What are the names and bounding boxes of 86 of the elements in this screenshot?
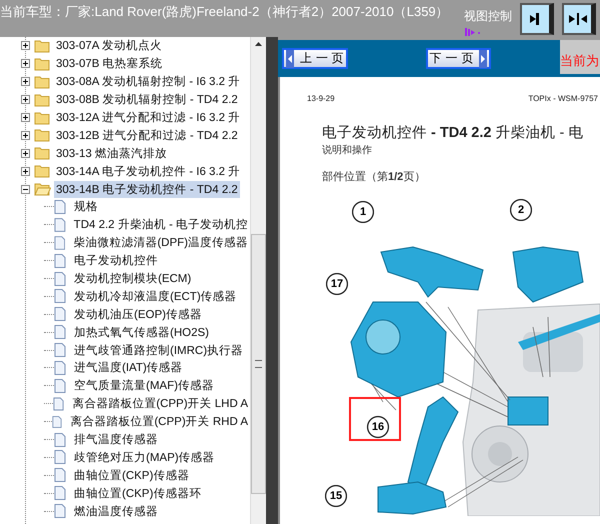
tree-item[interactable]: 发动机冷却液温度(ECT)传感器 (72, 288, 239, 305)
tree-item[interactable]: 空气质量流量(MAF)传感器 (72, 377, 216, 394)
document-icon (54, 486, 66, 500)
tree-item[interactable]: 发动机油压(EOP)传感器 (72, 306, 204, 323)
document-icon (54, 307, 66, 322)
tree-item[interactable]: 离合器踏板位置(CPP)开关 RHD A (68, 413, 250, 430)
document-date: 13-9-29 (307, 94, 335, 103)
expand-icon[interactable] (21, 95, 30, 104)
document-icon (54, 343, 66, 358)
section-heading: 部件位置（第1/2页） (322, 170, 426, 184)
expand-icon[interactable] (21, 59, 30, 68)
folder-icon (34, 38, 51, 53)
document-icon (54, 432, 66, 447)
folder-icon (34, 164, 51, 178)
document-icon (52, 414, 62, 429)
callout-number: 15 (325, 485, 347, 507)
document-icon (54, 504, 66, 518)
tree-item[interactable]: 燃油温度传感器 (72, 502, 160, 520)
document-icon (54, 254, 66, 268)
folder-icon (34, 74, 51, 89)
folder-icon (34, 146, 51, 160)
expand-icon[interactable] (21, 77, 30, 86)
expand-icon[interactable] (21, 148, 30, 158)
scroll-thumb[interactable] (251, 234, 266, 494)
tree-item[interactable]: 进气歧管通路控制(IMRC)执行器 (72, 342, 246, 359)
folder-icon (34, 92, 51, 107)
tree-item[interactable]: 曲轴位置(CKP)传感器 (72, 466, 192, 484)
document-icon (54, 236, 66, 250)
document-icon (54, 289, 66, 304)
view-control-label: 视图控制 (464, 8, 512, 25)
document-icon (54, 378, 66, 393)
next-page-button[interactable]: 下 一 页 (426, 48, 492, 69)
document-subtitle: 说明和操作 (322, 144, 373, 157)
sensor-drawing (512, 246, 584, 303)
expand-icon[interactable] (21, 41, 30, 50)
pointer-icon (464, 27, 482, 37)
tree-item[interactable]: 规格 (72, 198, 100, 216)
tree-item[interactable]: 柴油微粒滤清器(DPF)温度传感器 (71, 234, 250, 252)
tree-item[interactable]: 303-13 燃油蒸汽排放 (54, 144, 170, 162)
document-title: 电子发动机控件 - TD4 2.2 升柴油机 - 电 (322, 124, 584, 142)
document-icon (53, 396, 64, 411)
tree-item[interactable]: 303-08A 发动机辐射控制 - I6 3.2 升 (54, 73, 242, 90)
leader-line (532, 326, 544, 378)
tree-item[interactable]: 离合器踏板位置(CPP)开关 LHD A (70, 395, 250, 412)
expand-icon[interactable] (21, 166, 30, 176)
expand-icon[interactable] (21, 130, 30, 140)
document-icon (54, 200, 66, 214)
document-icon (54, 218, 66, 232)
tree-item[interactable]: 电子发动机控件 (72, 252, 160, 270)
folder-icon (34, 56, 51, 71)
tree-item[interactable]: 303-14A 电子发动机控件 - I6 3.2 升 (54, 162, 242, 180)
current-page-label: 当前为 (560, 52, 599, 70)
split-view-button[interactable] (562, 3, 596, 35)
tree-item[interactable]: 303-07A 发动机点火 (54, 37, 164, 54)
callout-number: 17 (326, 273, 348, 295)
tree-item[interactable]: TD4 2.2 升柴油机 - 电子发动机控 (72, 216, 250, 234)
document-icon (54, 360, 66, 375)
tree-item[interactable]: 排气温度传感器 (72, 431, 160, 448)
tree-item[interactable]: 303-12A 进气分配和过滤 - I6 3.2 升 (54, 109, 242, 126)
callout-number: 16 (349, 397, 401, 441)
previous-page-button[interactable]: 上 一 页 (282, 48, 348, 69)
tree-item[interactable]: 303-07B 电热塞系统 (54, 55, 165, 72)
scrollbar[interactable] (250, 37, 266, 524)
tree-item[interactable]: 发动机控制模块(ECM) (72, 270, 194, 288)
folder-icon (34, 182, 51, 196)
tree-item[interactable]: 曲轴位置(CKP)传感器环 (72, 484, 204, 502)
leader-line (548, 316, 550, 378)
collapse-icon[interactable] (21, 184, 30, 194)
tree-item[interactable]: 303-12B 进气分配和过滤 - TD4 2.2 (54, 126, 240, 144)
tree-item[interactable]: 303-08B 发动机辐射控制 - TD4 2.2 (54, 91, 240, 108)
document-icon (54, 272, 66, 286)
document-icon (54, 325, 66, 340)
document-icon (54, 450, 66, 464)
folder-icon (34, 128, 51, 142)
vehicle-title: 当前车型：厂家:Land Rover(路虎)Freeland-2（神行者2）2007-2010（L359） (0, 3, 449, 21)
tree-item[interactable]: 进气温度(IAT)传感器 (72, 359, 185, 376)
folder-icon (34, 110, 51, 124)
expand-icon[interactable] (21, 113, 30, 122)
callout-number: 2 (510, 199, 532, 221)
document-icon (54, 468, 66, 482)
expand-view-button[interactable] (520, 3, 554, 35)
tree-item[interactable]: 303-14B 电子发动机控件 - TD4 2.2 (54, 180, 240, 198)
callout-number: 1 (352, 201, 374, 223)
document-reference: TOPIx - WSM-9757 (528, 94, 598, 103)
tree-item[interactable]: 歧管绝对压力(MAP)传感器 (72, 448, 217, 466)
tree-item[interactable]: 加热式氧气传感器(HO2S) (72, 324, 211, 341)
